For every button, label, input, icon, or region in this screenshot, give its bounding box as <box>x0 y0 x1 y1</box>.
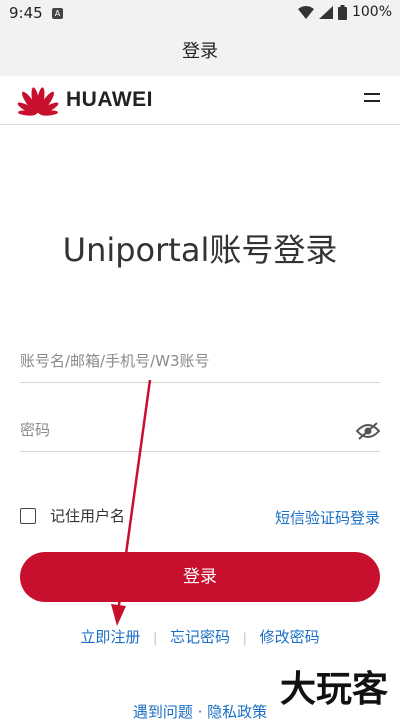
remember-checkbox[interactable] <box>20 507 36 524</box>
status-time: 9:45 <box>9 4 43 22</box>
password-input[interactable] <box>20 411 340 449</box>
register-link[interactable]: 立即注册 <box>80 628 140 646</box>
status-bar: 9:45 A 100% <box>0 0 400 28</box>
remember-row: 记住用户名 <box>20 505 125 526</box>
change-password-link[interactable]: 修改密码 <box>260 628 320 646</box>
eye-off-icon[interactable] <box>356 421 380 441</box>
signal-icon <box>318 5 333 19</box>
login-heading: Uniportal账号登录 <box>62 231 338 269</box>
wifi-icon <box>297 5 314 19</box>
huawei-flower-icon <box>17 87 59 116</box>
account-links: 立即注册 | 忘记密码 | 修改密码 <box>0 626 400 647</box>
remember-label: 记住用户名 <box>50 507 126 525</box>
notification-a-icon: A <box>52 8 63 19</box>
brand-name: HUAWEI <box>66 88 153 111</box>
password-field <box>20 411 380 452</box>
title-bar: 登录 <box>0 28 400 76</box>
watermark-logo: 大玩客 <box>279 669 388 710</box>
status-icons: 100% <box>297 4 392 20</box>
login-button[interactable]: 登录 <box>20 552 380 602</box>
huawei-logo: HUAWEI <box>16 84 153 116</box>
menu-icon[interactable] <box>364 93 380 105</box>
brand-header: HUAWEI <box>0 76 400 125</box>
account-field <box>20 342 380 383</box>
battery-percent: 100% <box>351 4 392 20</box>
sms-login-link[interactable]: 短信验证码登录 <box>275 507 380 528</box>
account-input[interactable] <box>20 342 340 380</box>
link-separator: | <box>242 631 247 645</box>
page-title: 登录 <box>182 41 218 62</box>
battery-icon <box>337 4 347 20</box>
forgot-password-link[interactable]: 忘记密码 <box>170 628 230 646</box>
link-separator: | <box>153 631 158 645</box>
